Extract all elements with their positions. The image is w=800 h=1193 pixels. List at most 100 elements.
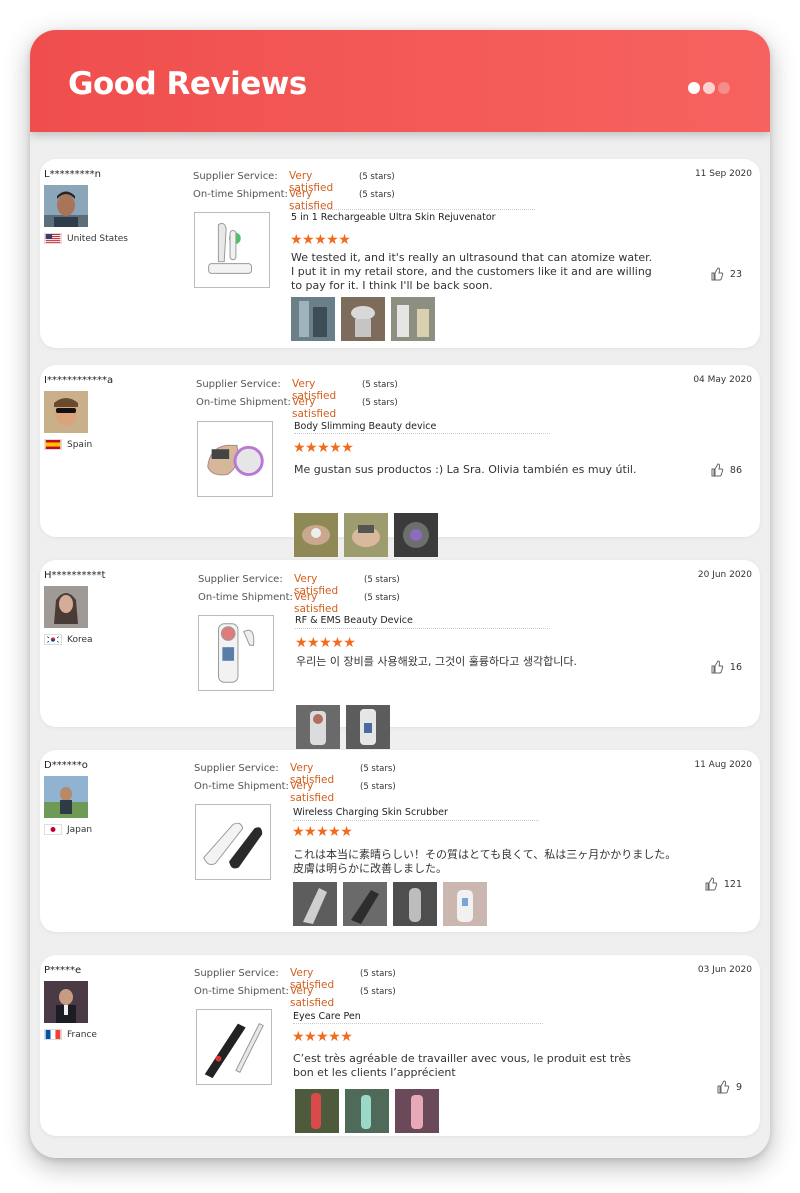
- product-title[interactable]: Body Slimming Beauty device: [294, 421, 436, 432]
- review-card: H**********t Korea Supplier Service: Ver…: [40, 560, 760, 749]
- review-photos: [293, 882, 487, 926]
- supplier-service-label: Supplier Service:: [194, 968, 279, 979]
- review-text: Me gustan sus productos :) La Sra. Olivi…: [294, 463, 637, 476]
- like-count[interactable]: 16: [710, 660, 742, 674]
- supplier-service-stars: (5 stars): [359, 172, 395, 182]
- reviewer-name: I************a: [44, 375, 114, 386]
- spain-flag-icon: [44, 439, 62, 450]
- product-image[interactable]: [198, 615, 274, 691]
- review-photo[interactable]: [343, 882, 387, 926]
- review-photos: [295, 1089, 439, 1133]
- shipment-label: On-time Shipment:: [196, 397, 291, 408]
- product-image[interactable]: [194, 212, 270, 288]
- shipment-row: On-time Shipment: Very satisfied (5 star…: [194, 780, 396, 804]
- product-image[interactable]: [195, 804, 271, 880]
- like-count[interactable]: 9: [716, 1080, 742, 1094]
- review-text: C’est très agréable de travailler avec v…: [293, 1052, 631, 1079]
- review-photo[interactable]: [293, 882, 337, 926]
- shipment-stars: (5 stars): [364, 593, 400, 603]
- supplier-service-stars: (5 stars): [362, 380, 398, 390]
- review-photo[interactable]: [296, 705, 340, 749]
- review-text: We tested it, and it's really an ultraso…: [291, 251, 653, 292]
- product-image[interactable]: [196, 1009, 272, 1085]
- review-photo[interactable]: [345, 1089, 389, 1133]
- rating-stars: ★★★★★: [295, 634, 356, 650]
- review-photo[interactable]: [294, 513, 338, 557]
- thumbs-up-icon[interactable]: [710, 463, 724, 477]
- review-photo[interactable]: [291, 297, 335, 341]
- shipment-stars: (5 stars): [360, 987, 396, 997]
- reviewer-name: H**********t: [44, 570, 106, 581]
- more-dots-icon[interactable]: [688, 82, 730, 94]
- like-count-value: 9: [735, 1081, 742, 1093]
- avatar[interactable]: [44, 776, 88, 818]
- supplier-service-label: Supplier Service:: [194, 763, 279, 774]
- country-name: Japan: [67, 824, 93, 835]
- supplier-service-label: Supplier Service:: [196, 379, 281, 390]
- reviewer-name: D******o: [44, 760, 88, 771]
- us-flag-icon: [44, 233, 62, 244]
- supplier-service-stars: (5 stars): [360, 764, 396, 774]
- review-photos: [291, 297, 435, 341]
- like-count[interactable]: 121: [704, 877, 742, 891]
- review-date: 04 May 2020: [693, 375, 752, 385]
- product-title[interactable]: Eyes Care Pen: [293, 1011, 361, 1022]
- review-photo[interactable]: [295, 1089, 339, 1133]
- country-name: Spain: [67, 439, 93, 450]
- review-photo[interactable]: [443, 882, 487, 926]
- shipment-row: On-time Shipment: Very satisfied (5 star…: [194, 985, 396, 1009]
- thumbs-up-icon[interactable]: [716, 1080, 730, 1094]
- supplier-service-stars: (5 stars): [360, 969, 396, 979]
- country-name: United States: [67, 233, 128, 244]
- review-text: これは本当に素晴らしい！その質はとても良くて、私は三ヶ月かかりました。 皮膚は明…: [293, 848, 677, 875]
- like-count[interactable]: 86: [710, 463, 742, 477]
- shipment-row: On-time Shipment: Very satisfied (5 star…: [198, 591, 400, 615]
- france-flag-icon: [44, 1029, 62, 1040]
- avatar[interactable]: [44, 185, 88, 227]
- review-photo[interactable]: [393, 882, 437, 926]
- thumbs-up-icon[interactable]: [704, 877, 718, 891]
- product-title[interactable]: Wireless Charging Skin Scrubber: [293, 807, 448, 818]
- avatar[interactable]: [44, 981, 88, 1023]
- shipment-row: On-time Shipment: Very satisfied (5 star…: [196, 396, 398, 420]
- japan-flag-icon: [44, 824, 62, 835]
- korea-flag-icon: [44, 634, 62, 645]
- thumbs-up-icon[interactable]: [710, 267, 724, 281]
- product-title[interactable]: 5 in 1 Rechargeable Ultra Skin Rejuvenat…: [291, 212, 496, 223]
- avatar[interactable]: [44, 391, 88, 433]
- shipment-value: Very satisfied: [290, 780, 335, 804]
- reviewer-name: P*****e: [44, 965, 82, 976]
- review-date: 20 Jun 2020: [697, 570, 752, 580]
- review-photo[interactable]: [341, 297, 385, 341]
- review-photo[interactable]: [346, 705, 390, 749]
- like-count-value: 121: [723, 878, 742, 890]
- shipment-label: On-time Shipment:: [194, 986, 289, 997]
- shipment-label: On-time Shipment:: [198, 592, 293, 603]
- supplier-service-label: Supplier Service:: [198, 574, 283, 585]
- review-card: L*********n United States Supplier Servi…: [40, 159, 760, 348]
- like-count[interactable]: 23: [710, 267, 742, 281]
- like-count-value: 16: [729, 661, 742, 673]
- review-photo[interactable]: [394, 513, 438, 557]
- country-name: Korea: [67, 634, 93, 645]
- shipment-label: On-time Shipment:: [193, 189, 288, 200]
- country-name: France: [67, 1029, 97, 1040]
- review-card: D******o Japan Supplier Service: Very sa…: [40, 750, 760, 932]
- rating-stars: ★★★★★: [292, 823, 353, 839]
- review-card: I************a Spain Supplier Service: V…: [40, 365, 760, 557]
- shipment-value: Very satisfied: [294, 591, 339, 615]
- shipment-stars: (5 stars): [362, 398, 398, 408]
- product-image[interactable]: [197, 421, 273, 497]
- review-photo[interactable]: [395, 1089, 439, 1133]
- review-photos: [296, 705, 390, 749]
- shipment-stars: (5 stars): [360, 782, 396, 792]
- avatar[interactable]: [44, 586, 88, 628]
- shipment-value: Very satisfied: [292, 396, 337, 420]
- review-photo[interactable]: [391, 297, 435, 341]
- product-title[interactable]: RF & EMS Beauty Device: [295, 615, 413, 626]
- review-photo[interactable]: [344, 513, 388, 557]
- thumbs-up-icon[interactable]: [710, 660, 724, 674]
- review-text: 우리는 이 장비를 사용해왔고, 그것이 훌륭하다고 생각합니다.: [296, 655, 577, 668]
- review-photos: [294, 513, 438, 557]
- rating-stars: ★★★★★: [290, 231, 351, 247]
